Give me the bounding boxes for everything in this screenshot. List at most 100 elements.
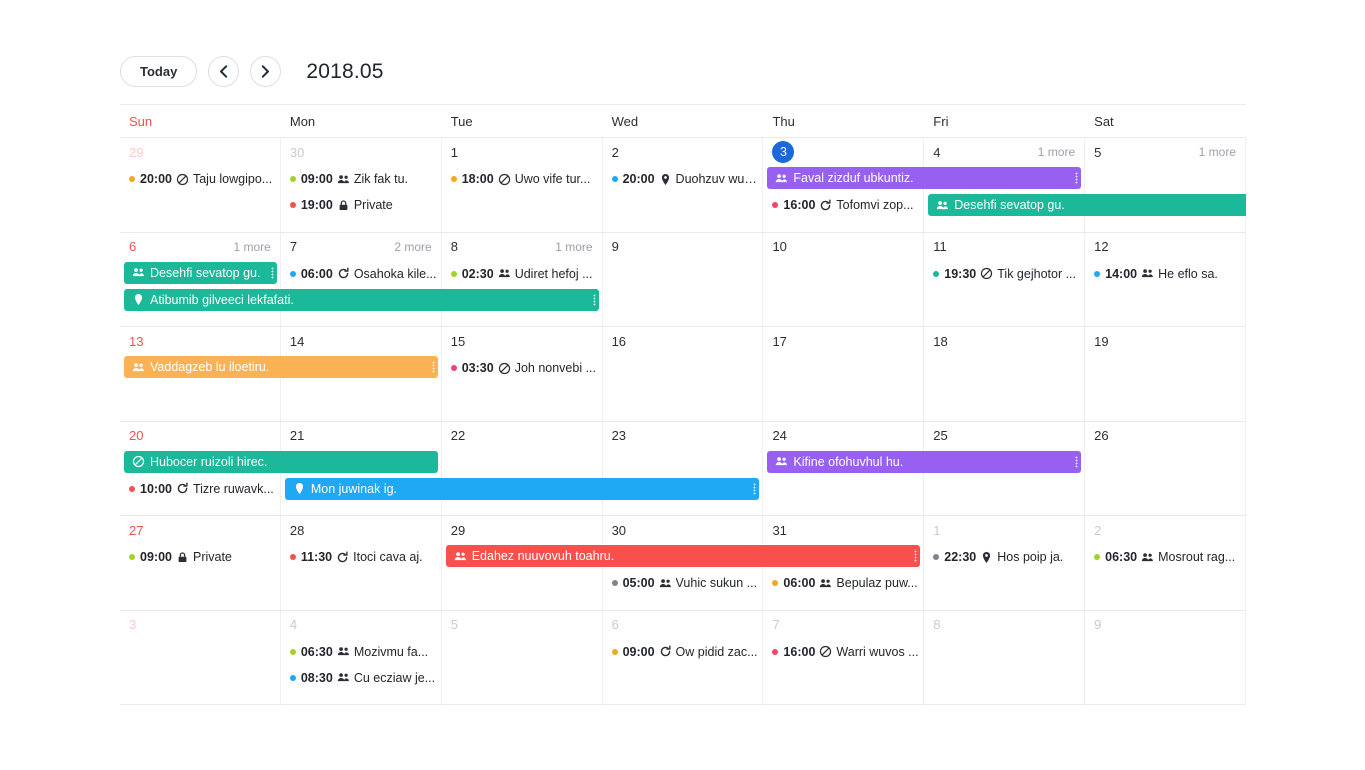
day-cell[interactable]: 19 — [1085, 327, 1247, 421]
spanning-event[interactable]: Edahez nuuvovuh toahru. — [445, 545, 921, 568]
spanning-event[interactable]: Kifine ofohuvhul hu. — [767, 450, 1082, 473]
day-cell[interactable]: 9 — [1085, 610, 1247, 706]
day-number[interactable]: 29 — [451, 523, 465, 538]
day-number[interactable]: 1 — [451, 145, 458, 160]
day-number[interactable]: 13 — [129, 334, 143, 349]
day-number[interactable]: 31 — [772, 523, 786, 538]
day-number[interactable]: 27 — [129, 523, 143, 538]
prev-month-button[interactable] — [208, 56, 240, 87]
day-number[interactable]: 29 — [129, 145, 143, 160]
day-cell[interactable]: 16 — [603, 327, 764, 421]
next-month-button[interactable] — [250, 56, 282, 87]
day-number[interactable]: 10 — [772, 239, 786, 254]
spanning-event[interactable]: Desehfi sevatop gu. — [928, 194, 1246, 216]
day-cell[interactable]: 5 1 more — [1085, 138, 1247, 232]
day-number[interactable]: 15 — [451, 334, 465, 349]
day-number[interactable]: 21 — [290, 428, 304, 443]
day-number[interactable]: 8 — [933, 617, 940, 632]
day-number[interactable]: 7 — [290, 239, 297, 254]
day-cell[interactable]: 3 — [120, 610, 281, 706]
more-events-link[interactable]: 1 more — [555, 240, 592, 254]
day-number[interactable]: 24 — [772, 428, 786, 443]
timed-event[interactable]: 10:00 Tizre ruwavk... — [120, 476, 281, 502]
spanning-event[interactable]: Faval zizduf ubkuntiz. — [767, 167, 1082, 189]
day-number[interactable]: 1 — [933, 523, 940, 538]
spanning-event[interactable]: Mon juwinak ig. — [284, 477, 760, 500]
day-number[interactable]: 4 — [290, 617, 297, 632]
day-number[interactable]: 5 — [451, 617, 458, 632]
day-number[interactable]: 14 — [290, 334, 304, 349]
more-events-link[interactable]: 2 more — [394, 240, 431, 254]
timed-event[interactable]: 03:30 Joh nonvebi ... — [442, 355, 603, 381]
day-number[interactable]: 12 — [1094, 239, 1108, 254]
spanning-event[interactable]: Hubocer ruizoli hirec. — [124, 450, 438, 473]
day-number[interactable]: 16 — [612, 334, 626, 349]
day-number[interactable]: 7 — [772, 617, 779, 632]
day-number[interactable]: 30 — [612, 523, 626, 538]
day-number[interactable]: 2 — [1094, 523, 1101, 538]
timed-event[interactable]: 06:30 Mosrout rag... — [1085, 544, 1246, 570]
day-number[interactable]: 9 — [1094, 617, 1101, 632]
event-resize-handle[interactable] — [914, 550, 918, 563]
day-number[interactable]: 9 — [612, 239, 619, 254]
day-cell[interactable]: 18 — [924, 327, 1086, 421]
timed-event[interactable]: 02:30 Udiret hefoj ... — [442, 261, 603, 287]
timed-event[interactable]: 09:00 Private — [120, 544, 281, 570]
day-cell[interactable]: 5 — [442, 610, 603, 706]
day-cell[interactable]: 26 — [1085, 421, 1247, 516]
day-cell[interactable]: 9 — [603, 232, 764, 327]
event-resize-handle[interactable] — [753, 482, 757, 495]
day-number[interactable]: 6 — [612, 617, 619, 632]
day-cell[interactable]: 17 — [763, 327, 925, 421]
spanning-event[interactable]: Vaddagzeb lu iloetiru. — [124, 356, 438, 379]
day-number[interactable]: 20 — [129, 428, 143, 443]
event-resize-handle[interactable] — [592, 293, 596, 306]
day-number[interactable]: 26 — [1094, 428, 1108, 443]
day-number[interactable]: 19 — [1094, 334, 1108, 349]
day-number[interactable]: 23 — [612, 428, 626, 443]
timed-event[interactable]: 20:00 Taju lowgipo... — [120, 166, 281, 192]
day-number[interactable]: 6 — [129, 239, 136, 254]
timed-event[interactable]: 11:30 Itoci cava aj. — [281, 544, 442, 570]
timed-event[interactable]: 16:00 Warri wuvos ... — [763, 639, 924, 665]
day-cell[interactable]: 22 — [442, 421, 603, 516]
event-resize-handle[interactable] — [270, 266, 274, 279]
event-resize-handle[interactable] — [1075, 172, 1079, 184]
timed-event[interactable]: 06:30 Mozivmu fa... — [281, 639, 442, 665]
day-number[interactable]: 4 — [933, 145, 940, 160]
event-resize-handle[interactable] — [1075, 455, 1079, 468]
today-button[interactable]: Today — [120, 56, 198, 87]
day-number[interactable]: 5 — [1094, 145, 1101, 160]
timed-event[interactable]: 16:00 Tofomvi zop... — [763, 192, 924, 218]
more-events-link[interactable]: 1 more — [234, 240, 271, 254]
event-resize-handle[interactable] — [431, 361, 435, 374]
timed-event[interactable]: 09:00 Zik fak tu. — [281, 166, 442, 192]
spanning-event[interactable]: Atibumib gilveeci lekfafati. — [124, 288, 599, 311]
timed-event[interactable]: 05:00 Vuhic sukun ... — [603, 570, 764, 596]
day-number[interactable]: 8 — [451, 239, 458, 254]
timed-event[interactable]: 19:00 Private — [281, 192, 442, 218]
day-number[interactable]: 17 — [772, 334, 786, 349]
spanning-event[interactable]: Desehfi sevatop gu. — [124, 261, 277, 284]
day-number[interactable]: 11 — [933, 239, 947, 254]
timed-event[interactable]: 22:30 Hos poip ja. — [924, 544, 1085, 570]
day-number[interactable]: 28 — [290, 523, 304, 538]
day-number[interactable]: 3 — [129, 617, 136, 632]
day-cell[interactable]: 8 — [924, 610, 1086, 706]
timed-event[interactable]: 06:00 Osahoka kile... — [281, 261, 442, 287]
day-cell[interactable]: 10 — [763, 232, 925, 327]
day-number[interactable]: 2 — [612, 145, 619, 160]
day-number[interactable]: 18 — [933, 334, 947, 349]
timed-event[interactable]: 19:30 Tik gejhotor ... — [924, 261, 1085, 287]
day-cell[interactable]: 23 — [603, 421, 764, 516]
timed-event[interactable]: 14:00 He eflo sa. — [1085, 261, 1246, 287]
day-number[interactable]: 22 — [451, 428, 465, 443]
timed-event[interactable]: 20:00 Duohzuv wua... — [603, 166, 764, 192]
day-number[interactable]: 30 — [290, 145, 304, 160]
timed-event[interactable]: 09:00 Ow pidid zac... — [603, 639, 764, 665]
more-events-link[interactable]: 1 more — [1199, 145, 1236, 159]
more-events-link[interactable]: 1 more — [1038, 145, 1075, 159]
timed-event[interactable]: 08:30 Cu ecziaw je... — [281, 665, 442, 691]
day-number-today[interactable]: 3 — [772, 141, 795, 163]
timed-event[interactable]: 06:00 Bepulaz puw... — [763, 570, 924, 596]
